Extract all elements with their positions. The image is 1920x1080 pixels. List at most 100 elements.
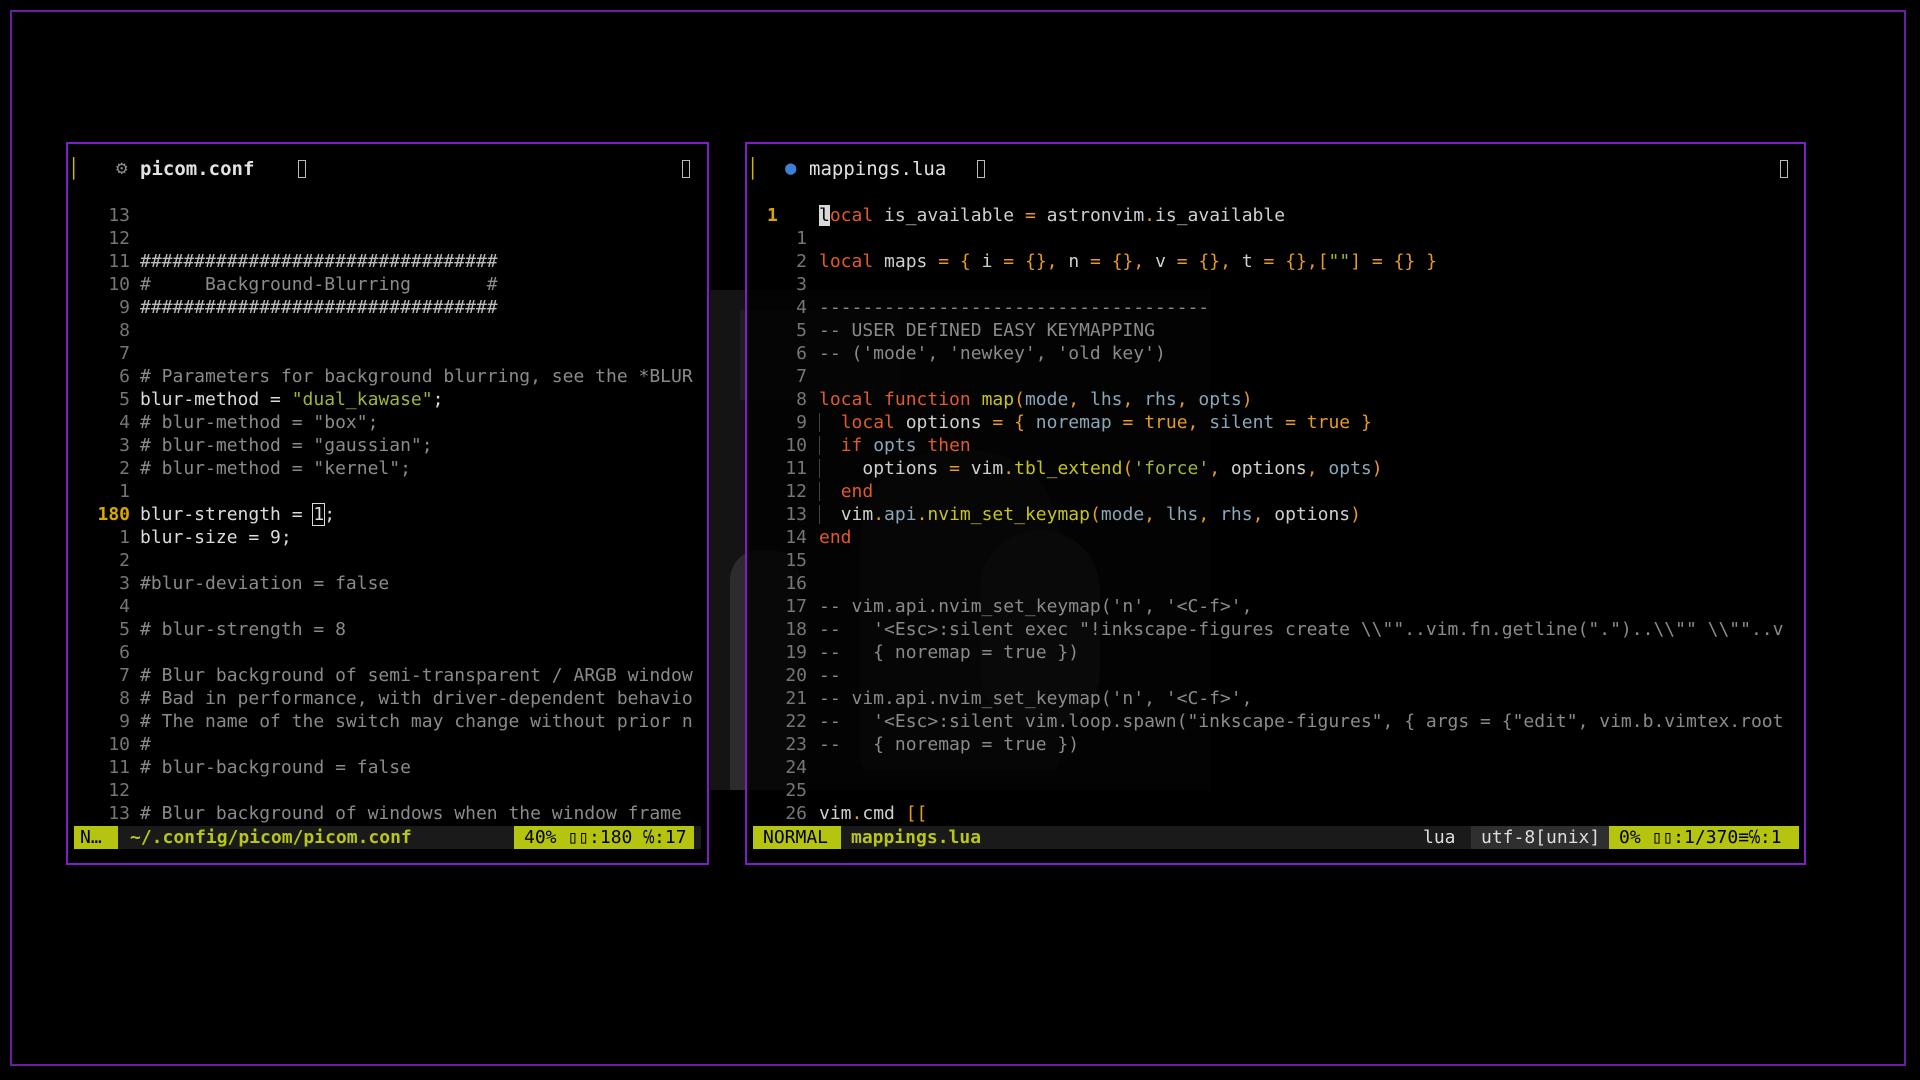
gear-icon: ⚙	[116, 157, 128, 179]
code-line: 20 --	[747, 664, 1804, 687]
line-number: 7	[119, 343, 130, 364]
line-number: 11	[785, 458, 807, 479]
mode-indicator: NORMAL	[753, 826, 841, 849]
tab-close-icon[interactable]	[977, 160, 985, 178]
line-text: -- USER DEfINED EASY KEYMAPPING	[819, 320, 1155, 341]
code-line: 25	[747, 779, 1804, 802]
code-line: 12	[68, 779, 707, 802]
status-filename: ~/.config/picom/picom.conf	[130, 827, 412, 848]
line-text: blur-method = "dual_kawase";	[140, 389, 444, 410]
code-line: 4 # blur-method = "box";	[68, 411, 707, 434]
code-line: 11 options = vim.tbl_extend('force', opt…	[747, 457, 1804, 480]
line-number: 5	[796, 320, 807, 341]
line-number: 11	[108, 251, 130, 272]
line-number: 16	[785, 573, 807, 594]
line-text: vim.api.nvim_set_keymap(mode, lhs, rhs, …	[840, 504, 1361, 525]
line-number: 5	[119, 619, 130, 640]
code-line: 16	[747, 572, 1804, 595]
code-line: 1 local is_available = astronvim.is_avail…	[747, 204, 1804, 227]
line-text: options = vim.tbl_extend('force', option…	[862, 458, 1383, 479]
line-number: 9	[119, 297, 130, 318]
close-icon[interactable]	[1780, 160, 1788, 178]
line-text: -- '<Esc>:silent vim.loop.spawn("inkscap…	[819, 711, 1784, 732]
tab-close-icon[interactable]	[298, 160, 306, 178]
code-line: 11 #################################	[68, 250, 707, 273]
line-text: # Bad in performance, with driver-depend…	[140, 688, 693, 709]
line-text: ------------------------------------	[819, 297, 1210, 318]
tabline: ▏ ● mappings.lua	[747, 144, 1804, 194]
line-number: 7	[119, 665, 130, 686]
code-line: 10 # Background-Blurring #	[68, 273, 707, 296]
filetype: lua	[1423, 827, 1456, 848]
indent-guide	[819, 482, 820, 501]
line-number: 2	[796, 251, 807, 272]
code-line: 180 blur-strength = 1;	[68, 503, 707, 526]
line-number: 22	[785, 711, 807, 732]
tab-title[interactable]: picom.conf	[140, 158, 254, 180]
code-line: 1	[747, 227, 1804, 250]
line-number: 8	[796, 389, 807, 410]
code-line: 2 local maps = { i = {}, n = {}, v = {}, …	[747, 250, 1804, 273]
terminal-window-mappings[interactable]: ▏ ● mappings.lua 1 local is_available = a…	[745, 142, 1806, 865]
line-text: # The name of the switch may change with…	[140, 711, 693, 732]
code-line: 9 local options = { noremap = true, sile…	[747, 411, 1804, 434]
line-text: # Blur background of semi-transparent / …	[140, 665, 693, 686]
code-line: 15	[747, 549, 1804, 572]
tabline: ▏ ⚙ picom.conf	[68, 144, 707, 194]
code-line: 2	[68, 549, 707, 572]
line-number: 4	[796, 297, 807, 318]
line-text: #################################	[140, 297, 498, 318]
code-line: 7	[68, 342, 707, 365]
line-number: 24	[785, 757, 807, 778]
tab-indicator: ▏	[752, 158, 764, 180]
mode-indicator: N…	[74, 826, 118, 849]
tab-title[interactable]: mappings.lua	[809, 158, 946, 180]
cursor-position: 0% ▯▯:1/370≡℅:1	[1609, 826, 1799, 849]
code-line: 1 blur-size = 9;	[68, 526, 707, 549]
code-line: 2 # blur-method = "kernel";	[68, 457, 707, 480]
editor-buffer[interactable]: 13 12 11 ################################# 1…	[68, 204, 707, 825]
line-number: 4	[119, 596, 130, 617]
line-text: local maps = { i = {}, n = {}, v = {}, t…	[819, 251, 1437, 272]
line-number: 12	[108, 780, 130, 801]
line-text: #	[140, 734, 151, 755]
code-line: 5 blur-method = "dual_kawase";	[68, 388, 707, 411]
line-number: 4	[119, 412, 130, 433]
line-number: 2	[119, 550, 130, 571]
line-number: 17	[785, 596, 807, 617]
line-text: -- ('mode', 'newkey', 'old key')	[819, 343, 1166, 364]
line-text: # Background-Blurring #	[140, 274, 498, 295]
line-number: 6	[119, 366, 130, 387]
line-number: 1	[767, 205, 778, 226]
line-number: 18	[785, 619, 807, 640]
terminal-window-picom[interactable]: ▏ ⚙ picom.conf 13 12 11 ###################…	[66, 142, 709, 865]
line-number: 13	[785, 504, 807, 525]
line-number: 21	[785, 688, 807, 709]
line-text: # Parameters for background blurring, se…	[140, 366, 693, 387]
line-text: --	[819, 665, 841, 686]
statusline: N… ~/.config/picom/picom.conf 40% ▯▯:180…	[74, 826, 701, 849]
code-line: 11 # blur-background = false	[68, 756, 707, 779]
line-number: 25	[785, 780, 807, 801]
close-icon[interactable]	[682, 160, 690, 178]
line-text: local function map(mode, lhs, rhs, opts)	[819, 389, 1253, 410]
code-line: 6 -- ('mode', 'newkey', 'old key')	[747, 342, 1804, 365]
line-number: 180	[97, 504, 130, 525]
line-text: end	[819, 527, 852, 548]
code-line: 17 -- vim.api.nvim_set_keymap('n', '<C-f>…	[747, 595, 1804, 618]
cursor-position: 40% ▯▯:180 ℅:17	[514, 826, 694, 849]
line-number: 26	[785, 803, 807, 824]
code-line: 26 vim.cmd [[	[747, 802, 1804, 825]
line-number: 14	[785, 527, 807, 548]
line-text: if opts then	[840, 435, 971, 456]
code-line: 5 -- USER DEfINED EASY KEYMAPPING	[747, 319, 1804, 342]
line-number: 7	[796, 366, 807, 387]
code-line: 12 end	[747, 480, 1804, 503]
editor-buffer[interactable]: 1 local is_available = astronvim.is_avail…	[747, 204, 1804, 825]
line-text: -- vim.api.nvim_set_keymap('n', '<C-f>',	[819, 688, 1253, 709]
line-text: end	[840, 481, 874, 502]
line-text: # blur-background = false	[140, 757, 411, 778]
code-line: 10 if opts then	[747, 434, 1804, 457]
code-line: 6 # Parameters for background blurring, s…	[68, 365, 707, 388]
line-text: -- { noremap = true })	[819, 734, 1080, 755]
